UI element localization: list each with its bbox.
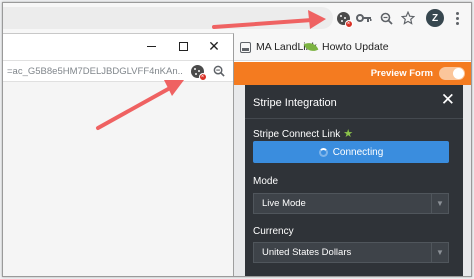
- mode-select-value: Live Mode: [262, 198, 306, 209]
- star-icon[interactable]: [398, 9, 418, 27]
- zoom-icon[interactable]: [376, 9, 396, 27]
- avatar[interactable]: Z: [426, 9, 444, 27]
- popup-window: ✕ =ac_G5B8e5HM7DELJBDGLVFF4nKAn... ×: [3, 33, 234, 276]
- cookie-blocked-icon[interactable]: ×: [333, 9, 353, 28]
- minimize-icon: [146, 45, 156, 47]
- preview-form-label: Preview Form: [370, 68, 433, 79]
- close-icon: ✕: [208, 38, 220, 54]
- browser-toolbar: × Z: [3, 3, 471, 33]
- zoom-icon[interactable]: [209, 62, 229, 80]
- popup-url-bar[interactable]: =ac_G5B8e5HM7DELJBDGLVFF4nKAn... ×: [3, 60, 233, 82]
- panel-title: Stripe Integration: [253, 97, 337, 109]
- popup-titlebar: ✕: [3, 34, 233, 60]
- key-icon[interactable]: [354, 9, 374, 27]
- maximize-button[interactable]: [175, 38, 191, 54]
- menu-icon[interactable]: [452, 9, 462, 27]
- stripe-connect-label: Stripe Connect Link: [253, 129, 341, 140]
- stripe-connect-label-row: Stripe Connect Link ★: [253, 127, 353, 140]
- form-header-bar: Preview Form: [233, 62, 471, 85]
- bookmark-label: Howto Update: [322, 41, 389, 53]
- stripe-integration-panel: Stripe Integration ✕ Stripe Connect Link…: [245, 85, 463, 276]
- cookie-blocked-icon[interactable]: ×: [187, 62, 207, 81]
- screenshot-frame: × Z MA LandLink Howto Update Preview For…: [2, 2, 472, 277]
- chevron-down-icon: ▼: [431, 194, 448, 213]
- preview-form-toggle[interactable]: [439, 67, 465, 80]
- close-button[interactable]: ✕: [206, 38, 222, 54]
- address-bar[interactable]: [3, 7, 333, 29]
- divider: [245, 118, 463, 119]
- mode-label: Mode: [253, 176, 279, 187]
- currency-select[interactable]: United States Dollars ▼: [253, 242, 449, 263]
- minimize-button[interactable]: [143, 38, 159, 54]
- currency-select-value: United States Dollars: [262, 247, 352, 258]
- star-icon: ★: [343, 128, 354, 140]
- bookmark-howto-update[interactable]: Howto Update: [303, 39, 389, 55]
- leaf-icon: [303, 40, 319, 54]
- connecting-button[interactable]: Connecting: [253, 141, 449, 163]
- currency-label: Currency: [253, 226, 294, 237]
- maximize-icon: [178, 41, 188, 51]
- ma-landlink-icon: [240, 41, 251, 53]
- popup-url-text: =ac_G5B8e5HM7DELJBDGLVFF4nKAn...: [7, 66, 183, 77]
- popup-body: [3, 82, 233, 276]
- spinner-icon: [318, 147, 328, 157]
- mode-select[interactable]: Live Mode ▼: [253, 193, 449, 214]
- chevron-down-icon: ▼: [431, 243, 448, 262]
- connecting-button-label: Connecting: [332, 146, 384, 158]
- close-icon[interactable]: ✕: [441, 91, 455, 108]
